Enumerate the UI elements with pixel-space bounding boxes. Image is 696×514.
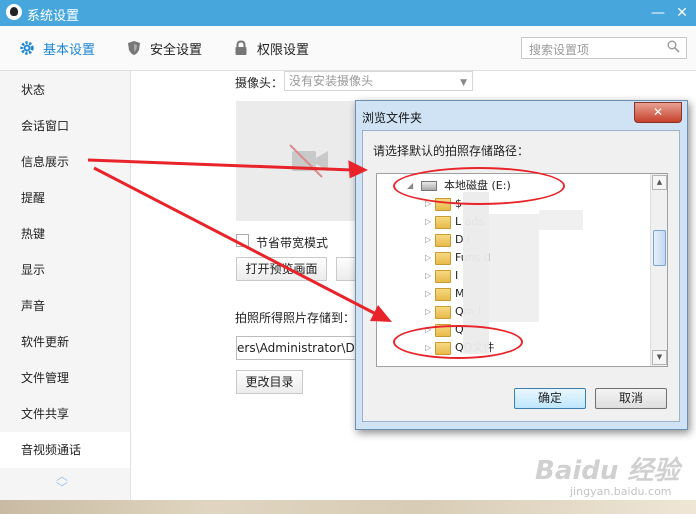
watermark-url: jingyan.baidu.com bbox=[570, 485, 672, 498]
baidu-jingyan-watermark: Baidu 经验 bbox=[535, 456, 680, 486]
annotation-arrows bbox=[87, 158, 392, 322]
